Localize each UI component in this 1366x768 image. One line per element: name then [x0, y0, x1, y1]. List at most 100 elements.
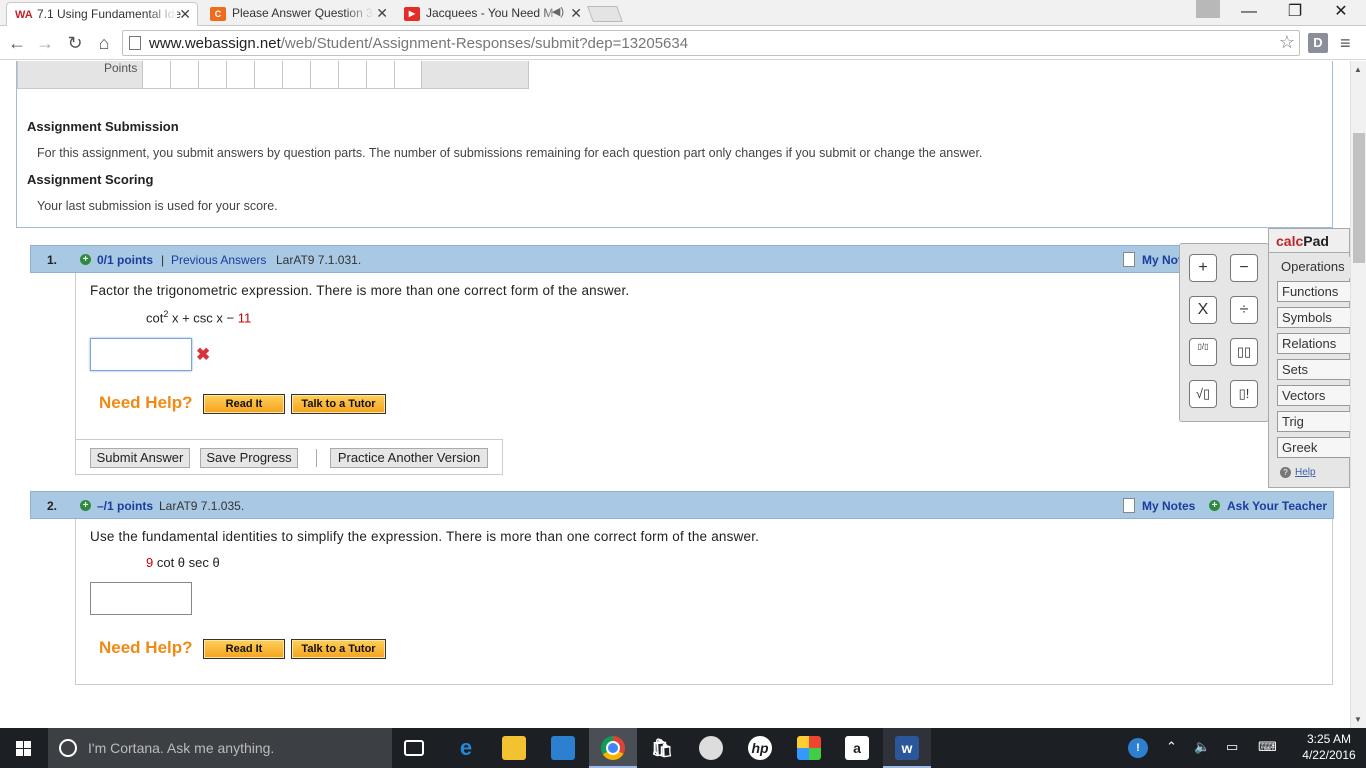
minus-key[interactable]: −	[1230, 254, 1258, 282]
system-clock[interactable]: 3:25 AM 4/22/2016	[1298, 731, 1360, 763]
forward-arrow-icon[interactable]: →	[34, 32, 56, 54]
scroll-up-icon[interactable]: ▲	[1354, 65, 1362, 74]
points-cell	[198, 61, 226, 88]
question-1-body: Factor the trigonometric expression. The…	[75, 273, 1333, 475]
task-view-icon[interactable]	[404, 740, 424, 756]
back-arrow-icon[interactable]: ←	[6, 32, 28, 54]
submit-answer-button[interactable]: Submit Answer	[90, 448, 190, 468]
calcpad-tab-functions[interactable]: Functions	[1277, 281, 1351, 302]
question-1-header: 1. + 0/1 points | Previous Answers LarAT…	[30, 245, 1334, 273]
browser-tabstrip: WA 7.1 Using Fundamental Ide ✕ C Please …	[0, 0, 1366, 26]
read-it-button[interactable]: Read It	[203, 639, 285, 659]
home-icon[interactable]: ⌂	[93, 32, 115, 54]
need-help-label: Need Help?	[99, 638, 193, 657]
audio-icon: ◀)	[551, 6, 564, 18]
question-points[interactable]: 0/1 points	[97, 253, 153, 267]
minimize-button[interactable]: —	[1226, 0, 1272, 24]
previous-answers-link[interactable]: Previous Answers	[171, 253, 266, 267]
exponent-key[interactable]: ▯▯	[1230, 338, 1258, 366]
clock-date: 4/22/2016	[1302, 748, 1356, 762]
question-number: 1.	[47, 253, 58, 267]
chrome-menu-icon[interactable]: ≡	[1340, 33, 1351, 54]
points-cell	[366, 61, 394, 88]
tab-chegg[interactable]: C Please Answer Question 3 ✕	[202, 2, 394, 26]
tray-up-arrow-icon[interactable]: ⌃	[1166, 739, 1177, 755]
address-bar[interactable]: www.webassign.net/web/Student/Assignment…	[122, 30, 1300, 56]
factorial-key[interactable]: ▯!	[1230, 380, 1258, 408]
question-prompt: Use the fundamental identities to simpli…	[90, 529, 760, 544]
divide-key[interactable]: ÷	[1230, 296, 1258, 324]
calcpad-title: calcPad	[1268, 228, 1350, 252]
answer-input[interactable]	[90, 338, 192, 371]
my-notes-link[interactable]: My Notes	[1142, 499, 1195, 513]
talk-to-tutor-button[interactable]: Talk to a Tutor	[291, 394, 386, 414]
fraction-key[interactable]: ▯/▯	[1189, 338, 1217, 366]
reload-icon[interactable]: ↻	[64, 32, 86, 54]
close-icon[interactable]: ✕	[570, 5, 582, 22]
chrome-icon[interactable]	[601, 736, 625, 760]
calcpad-tab-operations[interactable]: Operations	[1277, 257, 1351, 278]
expand-plus-icon[interactable]: +	[80, 254, 91, 265]
windows-start-icon[interactable]	[0, 728, 48, 768]
points-cell	[226, 61, 254, 88]
store-icon[interactable]: 🛍	[650, 736, 674, 760]
question-points[interactable]: –/1 points	[97, 499, 153, 513]
extension-icon[interactable]: D	[1308, 33, 1328, 53]
close-window-button[interactable]: ✕	[1318, 0, 1364, 24]
submission-heading: Assignment Submission	[27, 119, 179, 134]
volume-icon[interactable]: 🔈	[1194, 739, 1210, 755]
cortana-placeholder: I'm Cortana. Ask me anything.	[88, 740, 275, 756]
ask-teacher-plus-icon[interactable]: +	[1209, 500, 1220, 511]
restore-button[interactable]: ❐	[1272, 0, 1318, 24]
new-tab-button[interactable]	[587, 6, 623, 22]
close-icon[interactable]: ✕	[376, 5, 388, 22]
expand-plus-icon[interactable]: +	[80, 500, 91, 511]
question-code: LarAT9 7.1.035.	[159, 499, 245, 513]
page-scrollbar[interactable]: ▲ ▼	[1350, 61, 1366, 728]
notes-icon[interactable]	[1123, 252, 1135, 267]
scrollbar-thumb[interactable]	[1353, 133, 1365, 263]
bookmark-star-icon[interactable]: ☆	[1279, 32, 1295, 53]
sqrt-key[interactable]: √▯	[1189, 380, 1217, 408]
tab-webassign[interactable]: WA 7.1 Using Fundamental Ide ✕	[6, 2, 198, 26]
help-circle-icon: ?	[1280, 467, 1291, 478]
notes-icon[interactable]	[1123, 498, 1135, 513]
save-progress-button[interactable]: Save Progress	[200, 448, 298, 468]
weather-app-icon[interactable]	[551, 736, 575, 760]
photo-app-icon[interactable]	[797, 736, 821, 760]
word-icon[interactable]: w	[895, 736, 919, 760]
amazon-icon[interactable]: a	[845, 736, 869, 760]
answer-input[interactable]	[90, 582, 192, 615]
talk-to-tutor-button[interactable]: Talk to a Tutor	[291, 639, 386, 659]
file-explorer-icon[interactable]	[502, 736, 526, 760]
practice-another-version-button[interactable]: Practice Another Version	[330, 448, 488, 468]
ask-your-teacher-link[interactable]: Ask Your Teacher	[1227, 499, 1327, 513]
calcpad-tab-relations[interactable]: Relations	[1277, 333, 1351, 354]
profile-icon[interactable]	[1196, 0, 1220, 18]
calcpad-tab-vectors[interactable]: Vectors	[1277, 385, 1351, 406]
edge-browser-icon[interactable]: e	[454, 736, 478, 760]
times-key[interactable]: X	[1189, 296, 1217, 324]
calcpad-tab-symbols[interactable]: Symbols	[1277, 307, 1351, 328]
calcpad-tab-sets[interactable]: Sets	[1277, 359, 1351, 380]
need-help-label: Need Help?	[99, 393, 193, 412]
close-icon[interactable]: ✕	[179, 6, 191, 23]
plus-key[interactable]: +	[1189, 254, 1217, 282]
action-center-icon[interactable]: ▭	[1226, 739, 1238, 755]
points-cell	[394, 61, 422, 88]
read-it-button[interactable]: Read It	[203, 394, 285, 414]
calcpad-tab-greek[interactable]: Greek	[1277, 437, 1351, 458]
keyboard-icon[interactable]: ⌨	[1258, 739, 1277, 755]
notification-warning-icon[interactable]: !	[1128, 738, 1148, 758]
cortana-search-box[interactable]: I'm Cortana. Ask me anything.	[48, 728, 392, 768]
clock-time: 3:25 AM	[1306, 732, 1352, 746]
tab-youtube[interactable]: ▶ Jacquees - You Need M ◀) ✕	[396, 2, 588, 26]
calcpad-help-link[interactable]: Help	[1295, 467, 1316, 478]
webcam-app-icon[interactable]	[699, 736, 723, 760]
calcpad-tab-trig[interactable]: Trig	[1277, 411, 1351, 432]
scroll-down-icon[interactable]: ▼	[1354, 715, 1362, 724]
incorrect-x-icon: ✖	[196, 345, 211, 364]
hp-icon[interactable]: hp	[748, 736, 772, 760]
webassign-favicon-icon: WA	[15, 9, 33, 21]
points-table: Points	[17, 61, 529, 89]
